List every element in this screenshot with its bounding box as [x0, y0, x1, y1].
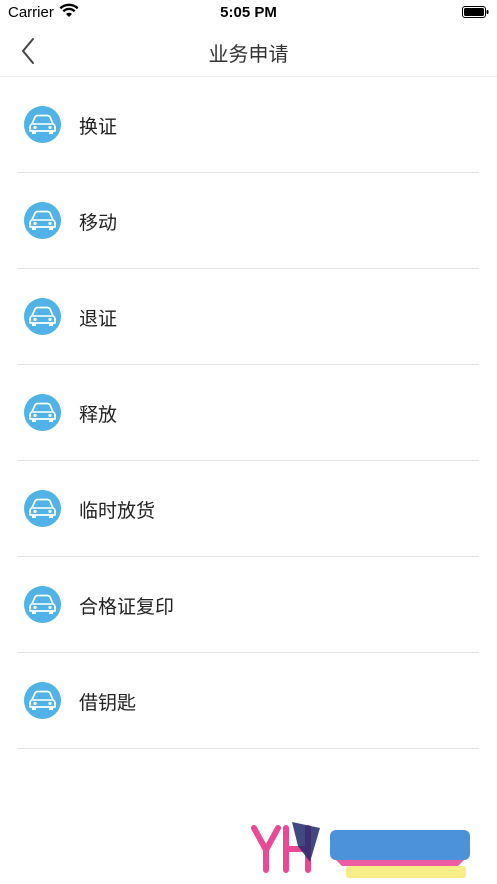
car-icon: [24, 682, 61, 719]
battery-icon: [462, 5, 489, 18]
page-title: 业务申请: [208, 42, 289, 66]
item-label: 退证: [79, 308, 118, 330]
watermark-logo: [250, 816, 476, 880]
car-icon: [24, 490, 61, 527]
list-item[interactable]: 移动: [18, 173, 479, 269]
list-item[interactable]: 借钥匙: [18, 653, 479, 749]
item-label: 合格证复印: [79, 596, 175, 618]
list-item[interactable]: 临时放货: [18, 461, 479, 557]
list-item[interactable]: 退证: [18, 269, 479, 365]
status-bar: Carrier 5:05 PM: [0, 0, 497, 26]
list-item[interactable]: 换证: [18, 77, 479, 173]
navigation-bar: 业务申请: [0, 26, 497, 77]
car-icon: [24, 298, 61, 335]
car-icon: [24, 106, 61, 143]
car-icon: [24, 586, 61, 623]
business-list: 换证 移动 退证 释放 临时放货 合格证复印 借钥匙: [0, 77, 497, 749]
item-label: 借钥匙: [79, 692, 137, 714]
status-time: 5:05 PM: [220, 4, 277, 21]
list-item[interactable]: 合格证复印: [18, 557, 479, 653]
item-label: 移动: [79, 212, 118, 234]
car-icon: [24, 394, 61, 431]
item-label: 换证: [79, 116, 118, 138]
car-icon: [24, 202, 61, 239]
item-label: 临时放货: [79, 500, 156, 522]
item-label: 释放: [79, 404, 118, 426]
list-item[interactable]: 释放: [18, 365, 479, 461]
